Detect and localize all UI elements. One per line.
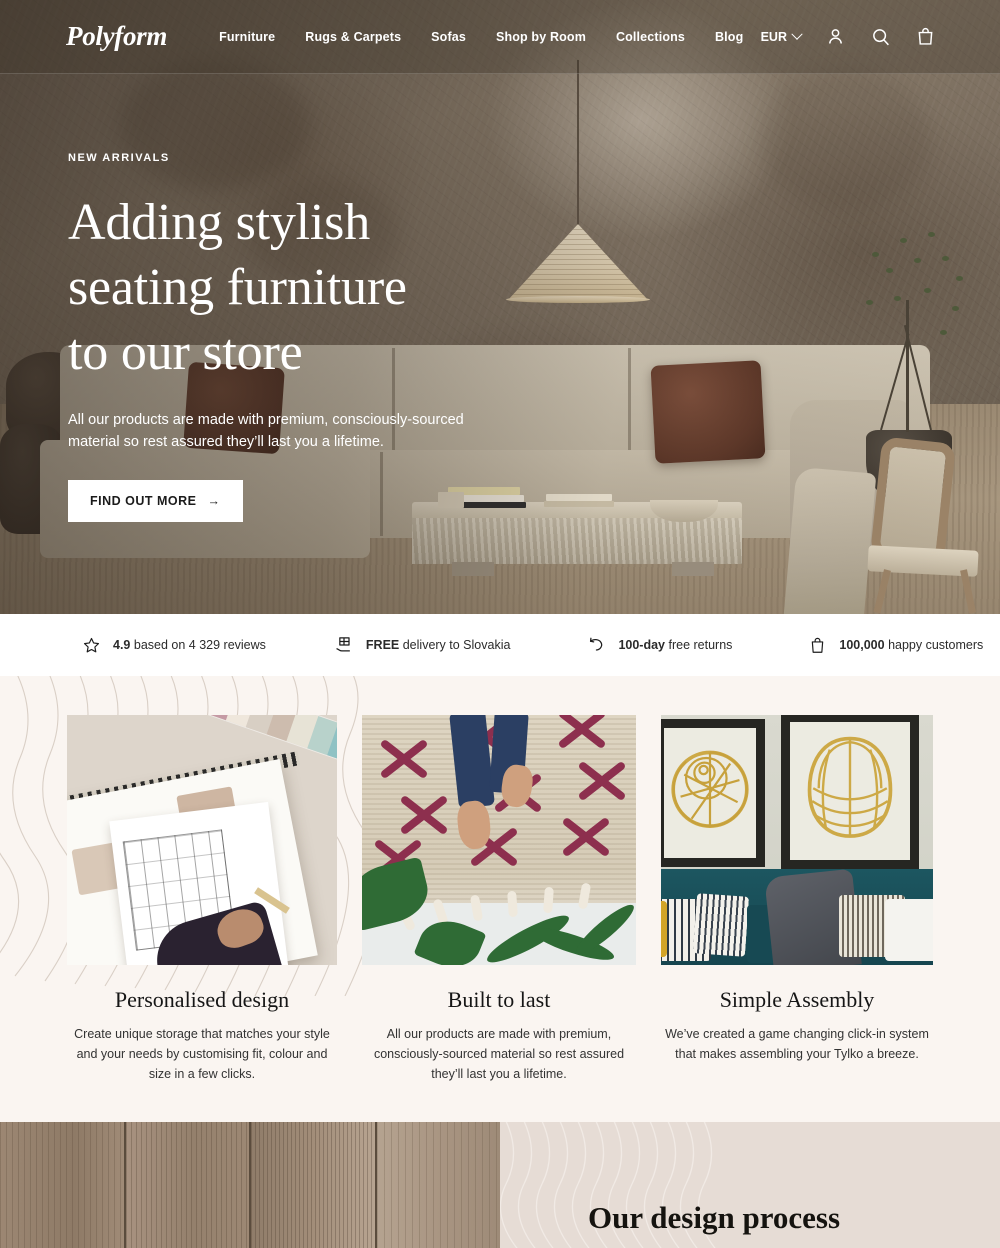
trust-item-rating: 4.9 based on 4 329 reviews	[82, 636, 266, 655]
hero-title: Adding stylish seating furniture to our …	[68, 190, 588, 385]
feature-description: All our products are made with premium, …	[373, 1027, 625, 1081]
framed-shell-prints-photo	[661, 715, 933, 965]
hero-content: NEW ARRIVALS Adding stylish seating furn…	[68, 152, 588, 522]
header-actions: EUR	[761, 26, 936, 47]
rug-with-feet-photo	[362, 715, 636, 965]
currency-label: EUR	[760, 29, 787, 44]
star-icon	[83, 637, 100, 652]
trust-text-returns: 100-day free returns	[618, 638, 733, 652]
return-arrow-icon	[590, 637, 603, 651]
framed-print-right	[781, 715, 919, 869]
wood-planks-photo	[0, 1122, 500, 1248]
trust-text-delivery: FREE delivery to Slovakia	[365, 638, 511, 652]
main-navigation: Furniture Rugs & Carpets Sofas Shop by R…	[219, 30, 743, 44]
search-button[interactable]	[870, 26, 891, 47]
nav-item-collections[interactable]: Collections	[616, 30, 685, 44]
trust-text-customers: 100,000 happy customers	[839, 638, 984, 652]
search-icon	[873, 29, 889, 46]
feature-description: We’ve created a game changing click-in s…	[665, 1027, 929, 1061]
homepage: Polyform Furniture Rugs & Carpets Sofas …	[0, 0, 1000, 1248]
account-button[interactable]	[825, 26, 846, 47]
arrow-right-icon: →	[207, 493, 221, 508]
cta-label: FIND OUT MORE	[90, 493, 197, 508]
trust-text-rating: 4.9 based on 4 329 reviews	[113, 638, 266, 652]
user-icon	[829, 29, 842, 44]
currency-selector[interactable]: EUR	[760, 28, 803, 44]
shopping-bag-icon	[918, 27, 933, 45]
hero-title-line-3: to our store	[68, 324, 303, 381]
cart-button[interactable]	[915, 26, 936, 47]
find-out-more-button[interactable]: FIND OUT MORE →	[68, 479, 243, 522]
site-header: Polyform Furniture Rugs & Carpets Sofas …	[0, 0, 1000, 74]
feature-title: Built to last	[447, 987, 551, 1012]
nav-item-shop-by-room[interactable]: Shop by Room	[496, 30, 586, 44]
feature-description: Create unique storage that matches your …	[74, 1027, 330, 1081]
framed-print-left	[661, 719, 765, 867]
nautilus-shell-art	[671, 750, 749, 828]
chevron-down-icon	[791, 28, 803, 40]
clam-shell-art	[807, 736, 893, 838]
feature-card-simple-assembly[interactable]: Simple Assembly We’ve created a game cha…	[661, 715, 933, 1084]
hero-section: Polyform Furniture Rugs & Carpets Sofas …	[0, 0, 1000, 614]
nav-item-sofas[interactable]: Sofas	[431, 30, 466, 44]
trust-item-customers: 100,000 happy customers	[808, 636, 983, 655]
feature-card-built-to-last[interactable]: Built to last All our products are made …	[362, 715, 636, 1084]
feature-card-personalised-design[interactable]: Personalised design Create unique storag…	[67, 715, 337, 1084]
trust-bar: 4.9 based on 4 329 reviews FREE delivery…	[0, 614, 1000, 676]
hero-title-line-1: Adding stylish	[68, 194, 371, 251]
hero-subtitle: All our products are made with premium, …	[68, 412, 464, 451]
sketchbook-design-photo	[67, 715, 337, 965]
nav-item-blog[interactable]: Blog	[715, 30, 743, 44]
delivery-box-icon	[336, 637, 350, 652]
hero-eyebrow: NEW ARRIVALS	[68, 152, 170, 164]
trust-item-returns: 100-day free returns	[586, 635, 732, 655]
features-section: Personalised design Create unique storag…	[0, 676, 1000, 1122]
nav-item-furniture[interactable]: Furniture	[219, 30, 275, 44]
logo[interactable]: Polyform	[66, 21, 167, 52]
feature-title: Personalised design	[114, 987, 290, 1012]
design-process-title: Our design process	[588, 1200, 841, 1235]
shopping-bag-icon	[812, 637, 824, 653]
feature-title: Simple Assembly	[719, 987, 875, 1012]
feature-cards: Personalised design Create unique storag…	[0, 676, 1000, 1084]
hero-title-line-2: seating furniture	[68, 259, 407, 316]
trust-item-delivery: FREE delivery to Slovakia	[334, 635, 511, 655]
nav-item-rugs-carpets[interactable]: Rugs & Carpets	[305, 30, 401, 44]
